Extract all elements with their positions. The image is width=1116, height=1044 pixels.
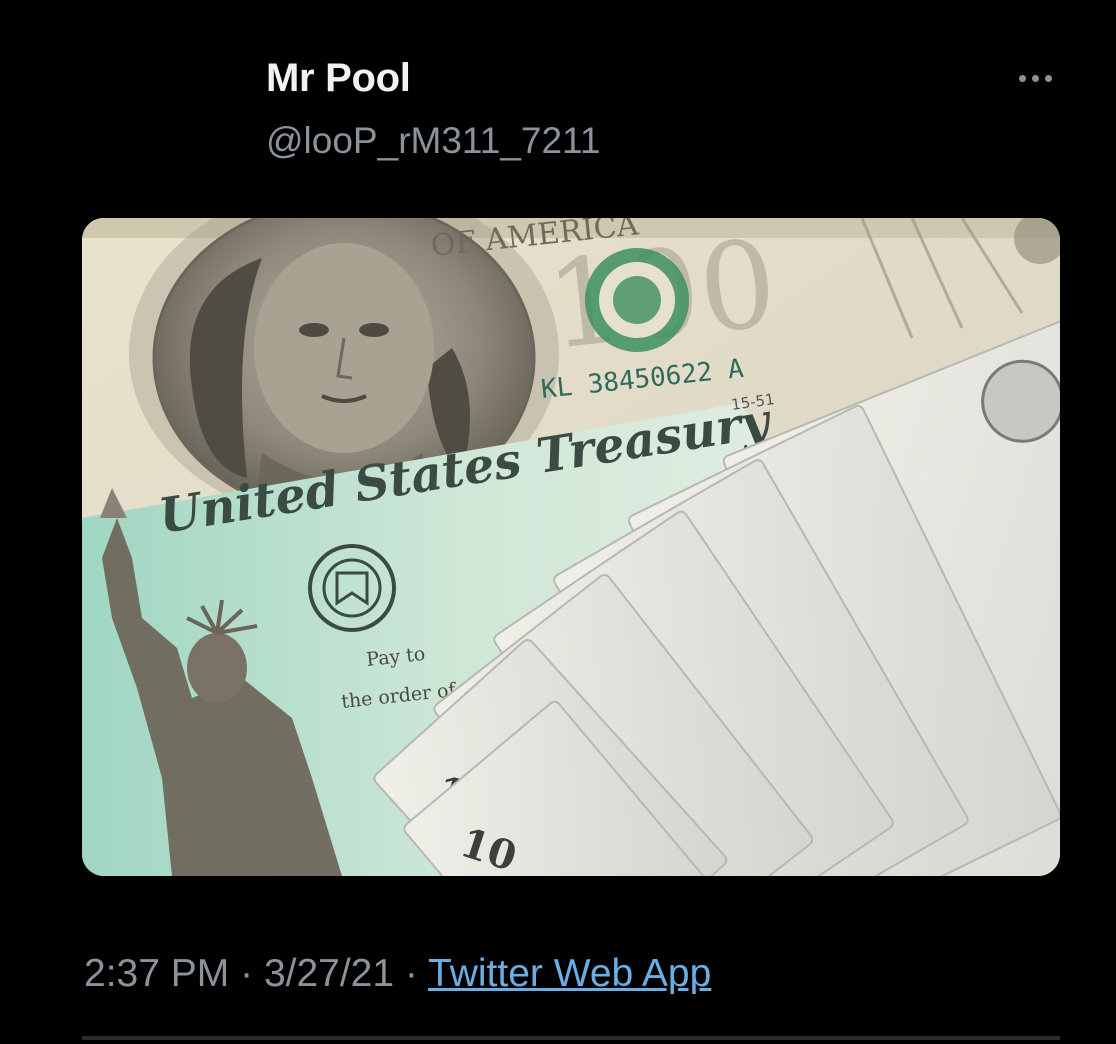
tweet-source-link[interactable]: Twitter Web App [428,952,711,995]
meta-separator: · [404,952,418,995]
more-dot [1044,74,1052,82]
money-photo: OF AMERICA 100 KL 38450622 A 15-51 Unite… [82,218,1060,876]
tweet-date[interactable]: 3/27/21 [264,952,394,995]
divider [82,1036,1060,1040]
tweet: Mr Pool @looP_rM311_7211 OF AMERICA KL 3… [0,0,1116,1044]
tweet-media-image[interactable]: OF AMERICA 100 KL 38450622 A 15-51 Unite… [82,218,1060,876]
tweet-time[interactable]: 2:37 PM [84,952,229,995]
author-display-name[interactable]: Mr Pool [266,56,411,101]
meta-separator: · [240,952,254,995]
more-horizontal-icon [1018,74,1026,82]
more-dot [1031,74,1039,82]
tweet-metadata: 2:37 PM · 3/27/21 · Twitter Web App [84,952,711,996]
more-options-button[interactable] [1010,58,1060,98]
author-handle[interactable]: @looP_rM311_7211 [266,120,600,162]
